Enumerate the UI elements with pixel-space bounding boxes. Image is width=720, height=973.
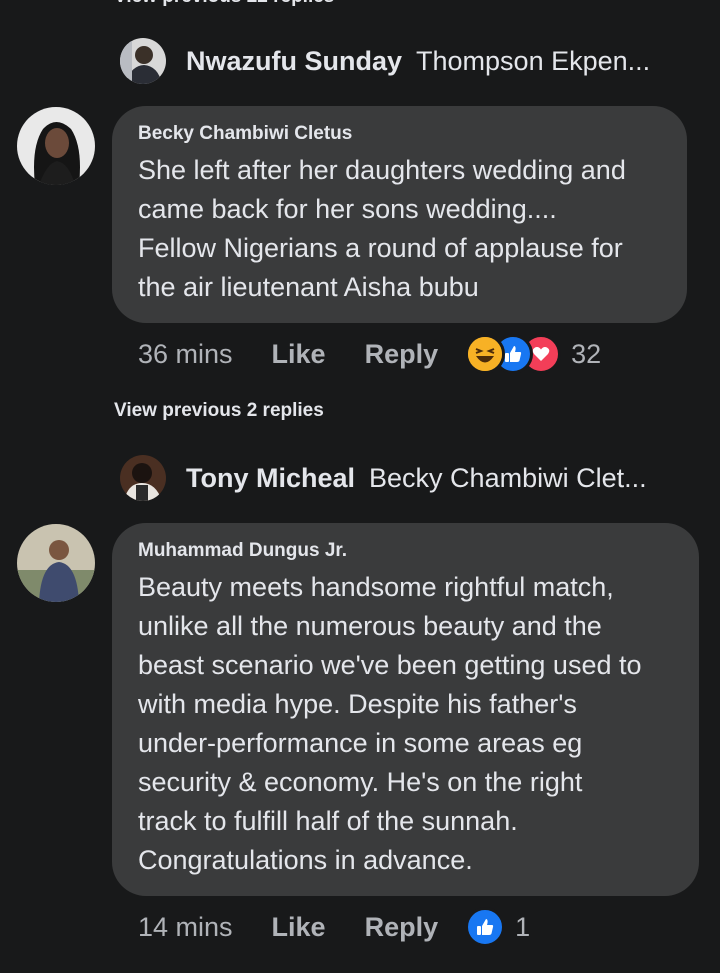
view-previous-replies-link[interactable]: View previous 2 replies <box>114 400 324 422</box>
comment-line: track to fulfill half of the sunnah. <box>138 806 518 836</box>
comment-line: unlike all the numerous beauty and the <box>138 611 602 641</box>
reply-author-name[interactable]: Nwazufu Sunday <box>186 46 402 77</box>
comment-text: Beauty meets handsome rightful match, un… <box>138 568 673 880</box>
comment-actions-becky: 36 mins Like Reply 32 <box>138 334 601 374</box>
like-button[interactable]: Like <box>272 339 326 370</box>
comment-bubble-becky: Becky Chambiwi Cletus She left after her… <box>112 106 687 323</box>
haha-icon <box>465 334 506 374</box>
comment-line: She left after her daughters wedding and <box>138 155 626 185</box>
comment-line: under-performance in some areas eg <box>138 728 583 758</box>
comments-page: View previous 22 replies Nwazufu Sunday … <box>0 0 720 973</box>
comment-line: security & economy. He's on the right <box>138 767 583 797</box>
comment-timestamp[interactable]: 14 mins <box>138 912 233 943</box>
avatar[interactable] <box>120 38 166 84</box>
reply-preview-tony[interactable]: Tony Micheal Becky Chambiwi Clet... <box>120 455 647 501</box>
reply-button[interactable]: Reply <box>365 339 439 370</box>
comment-timestamp[interactable]: 36 mins <box>138 339 233 370</box>
comment-line: came back for her sons wedding.... <box>138 194 557 224</box>
like-button[interactable]: Like <box>272 912 326 943</box>
reaction-summary[interactable]: 1 <box>465 907 530 947</box>
avatar[interactable] <box>120 455 166 501</box>
reaction-count[interactable]: 32 <box>571 339 601 370</box>
reaction-summary[interactable]: 32 <box>465 334 601 374</box>
comment-author-name[interactable]: Muhammad Dungus Jr. <box>138 540 673 562</box>
avatar[interactable] <box>17 524 95 602</box>
comment-line: the air lieutenant Aisha bubu <box>138 272 479 302</box>
comment-text: She left after her daughters wedding and… <box>138 151 661 307</box>
reply-button[interactable]: Reply <box>365 912 439 943</box>
reply-snippet: Thompson Ekpen... <box>416 45 651 76</box>
like-icon <box>465 907 506 947</box>
comment-author-name[interactable]: Becky Chambiwi Cletus <box>138 123 661 145</box>
comment-line: Fellow Nigerians a round of applause for <box>138 233 623 263</box>
reply-snippet: Becky Chambiwi Clet... <box>369 462 647 493</box>
comment-line: Beauty meets handsome rightful match, <box>138 572 614 602</box>
reply-author-name[interactable]: Tony Micheal <box>186 463 355 494</box>
avatar[interactable] <box>17 107 95 185</box>
reply-preview-nwazufu[interactable]: Nwazufu Sunday Thompson Ekpen... <box>120 38 650 84</box>
comment-bubble-muhammad: Muhammad Dungus Jr. Beauty meets handsom… <box>112 523 699 896</box>
view-previous-replies-link-top[interactable]: View previous 22 replies <box>114 0 334 8</box>
comment-line: with media hype. Despite his father's <box>138 689 577 719</box>
comment-line: Congratulations in advance. <box>138 845 473 875</box>
reaction-count[interactable]: 1 <box>515 912 530 943</box>
comment-actions-muhammad: 14 mins Like Reply 1 <box>138 907 530 947</box>
comment-line: beast scenario we've been getting used t… <box>138 650 642 680</box>
